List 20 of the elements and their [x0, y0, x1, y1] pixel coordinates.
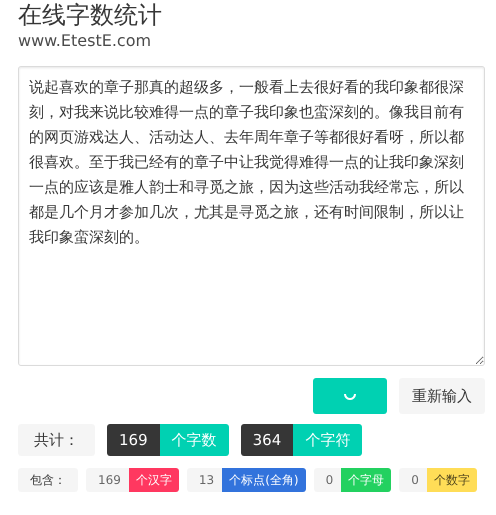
count-tag: 169 — [86, 468, 129, 492]
count-tag: 0 — [314, 468, 342, 492]
unit-tag: 个数字 — [426, 468, 477, 492]
count-tag: 13 — [186, 468, 222, 492]
spinner-icon — [344, 392, 356, 400]
unit-tag: 个字数 — [160, 424, 229, 456]
total-label: 共计： — [18, 424, 95, 456]
unit-tag: 个汉字 — [128, 468, 179, 492]
page-title: 在线字数统计 — [18, 0, 163, 30]
count-tag: 0 — [399, 468, 427, 492]
unit-tag: 个字符 — [293, 424, 362, 456]
count-button[interactable] — [313, 378, 387, 414]
reset-button[interactable]: 重新输入 — [399, 378, 485, 414]
unit-tag: 个字母 — [341, 468, 392, 492]
unit-tag: 个标点(全角) — [222, 468, 306, 492]
count-tag: 169 — [107, 424, 160, 456]
breakdown-label: 包含： — [18, 468, 78, 492]
count-tag: 364 — [240, 424, 294, 456]
input-field[interactable]: 说起喜欢的章子那真的超级多，一般看上去很好看的我印象都很深刻，对我来说比较难得一点的章子我印象也蛮深刻的。像我目前有的网页游戏达人、活动达人、去年周年章子等都很好看呀，所以都很喜欢。至于我已经有的章子中让我觉得难得一点的让我印象深刻一点的应该是雅人韵士和寻觅之旅，因为这些活动我经常忘，所以都是几个月才参加几次，尤其是寻觅之旅，还有时间限制，所以让我印象蛮深刻的。 — [18, 66, 485, 366]
site-url: www.EtestE.com — [18, 30, 152, 52]
